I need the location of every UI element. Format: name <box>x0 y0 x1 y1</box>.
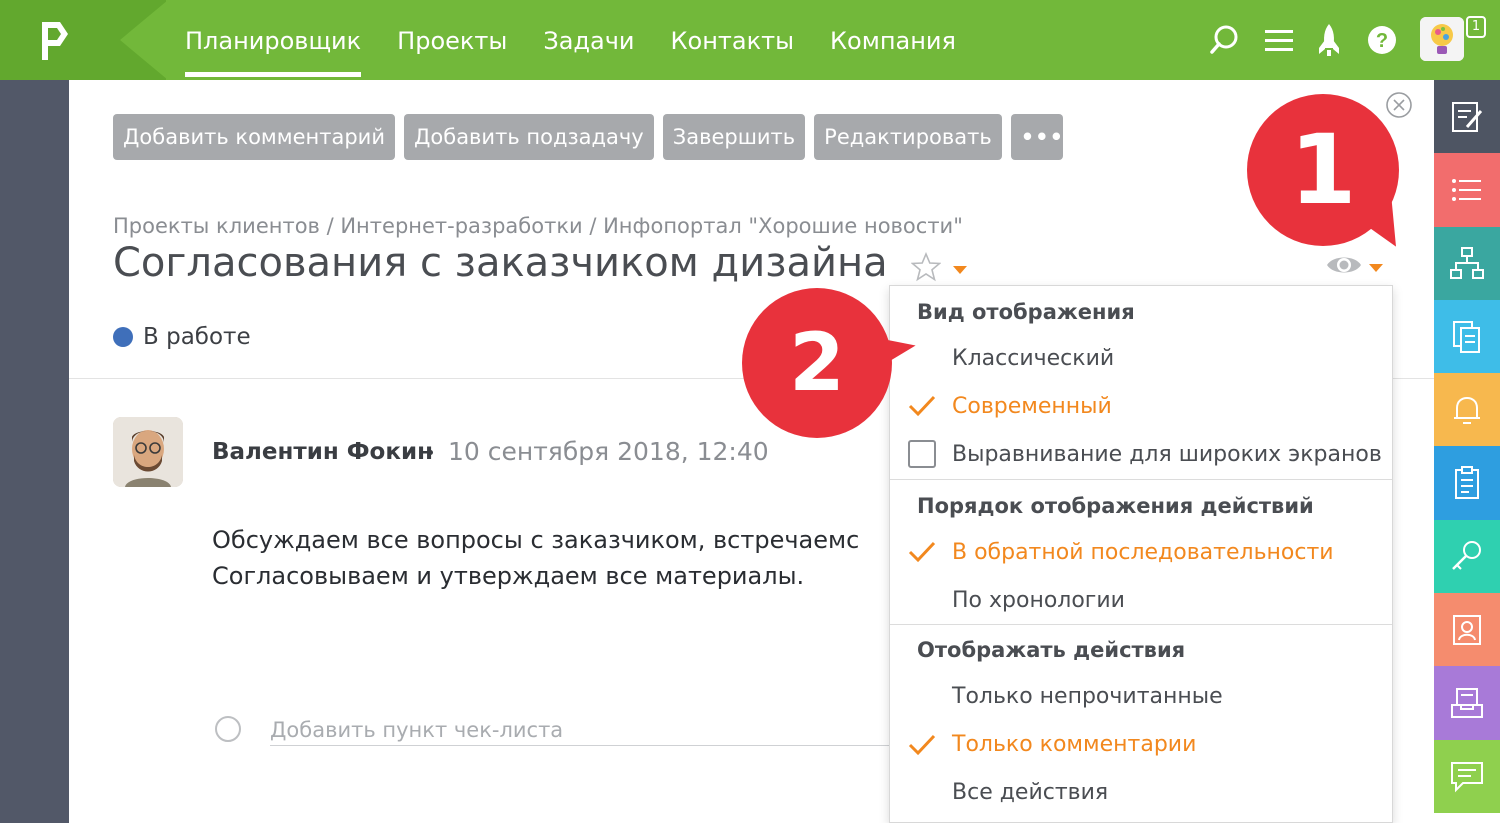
checklist-circle[interactable] <box>215 716 241 742</box>
comment-author[interactable]: Валентин Фокин <box>212 439 433 465</box>
clipboard-icon <box>1455 466 1479 500</box>
sidebar-hierarchy[interactable] <box>1434 226 1500 300</box>
status-dot-icon <box>113 327 133 347</box>
nav-tasks[interactable]: Задачи <box>543 0 634 80</box>
order-chrono-option[interactable]: По хронологии <box>952 588 1125 613</box>
nav-company[interactable]: Компания <box>830 0 956 80</box>
sidebar-documents[interactable] <box>1434 299 1500 374</box>
nav-planner[interactable]: Планировщик <box>185 0 362 80</box>
view-mode-heading: Вид отображения <box>917 300 1135 324</box>
flag-logo-icon[interactable] <box>38 20 78 62</box>
rocket-icon[interactable] <box>1313 22 1345 58</box>
show-comments-option[interactable]: Только комментарии <box>952 732 1196 757</box>
search-icon[interactable] <box>1208 22 1240 58</box>
add-subtask-button[interactable]: Добавить подзадачу <box>403 114 654 160</box>
main-nav: Планировщик Проекты Задачи Контакты Комп… <box>185 0 992 80</box>
task-title: Согласования с заказчиком дизайна <box>113 240 888 286</box>
menu-icon[interactable] <box>1263 22 1295 58</box>
star-icon[interactable] <box>911 252 941 282</box>
checklist-item-input[interactable] <box>270 714 910 746</box>
notification-badge[interactable]: 1 <box>1466 16 1486 38</box>
view-chevron-down-icon[interactable] <box>1369 264 1383 272</box>
wide-screen-checkbox[interactable] <box>908 440 936 468</box>
contact-card-icon <box>1453 614 1481 645</box>
person-avatar-icon <box>113 417 183 487</box>
nav-contacts[interactable]: Контакты <box>670 0 794 80</box>
top-navigation-bar: Планировщик Проекты Задачи Контакты Комп… <box>0 0 1500 80</box>
chat-icon <box>1451 762 1483 793</box>
bell-icon <box>1454 396 1480 424</box>
show-unread-option[interactable]: Только непрочитанные <box>952 684 1223 709</box>
left-sidebar-strip <box>0 80 69 823</box>
task-toolbar: Добавить комментарий Добавить подзадачу … <box>113 114 1063 160</box>
view-modern-option[interactable]: Современный <box>952 394 1112 419</box>
lightbulb-avatar-icon <box>1420 17 1464 61</box>
complete-button[interactable]: Завершить <box>662 114 806 160</box>
callout-1: 1 <box>1247 94 1399 246</box>
sidebar-key[interactable] <box>1434 519 1500 594</box>
status-indicator[interactable]: В работе <box>113 324 251 350</box>
inbox-icon <box>1451 688 1483 719</box>
view-options-dropdown: Вид отображения Классический Современный… <box>889 285 1393 823</box>
user-avatar[interactable] <box>1420 17 1464 61</box>
comment-date: 10 сентября 2018, 12:40 <box>448 437 769 466</box>
title-chevron-down-icon[interactable] <box>953 266 967 274</box>
right-sidebar <box>1434 80 1500 823</box>
callout-2: 2 <box>742 288 892 438</box>
sidebar-notifications[interactable] <box>1434 373 1500 447</box>
help-icon[interactable]: ? <box>1366 22 1398 58</box>
hierarchy-icon <box>1450 247 1484 280</box>
status-label: В работе <box>143 324 251 350</box>
svg-text:?: ? <box>1376 30 1388 52</box>
sidebar-list[interactable] <box>1434 153 1500 227</box>
order-heading: Порядок отображения действий <box>917 494 1314 518</box>
comment-author-avatar[interactable] <box>113 417 183 487</box>
sidebar-contacts[interactable] <box>1434 593 1500 667</box>
sidebar-edit-note[interactable] <box>1434 80 1500 154</box>
edit-note-icon <box>1452 101 1483 132</box>
order-reverse-option[interactable]: В обратной последовательности <box>952 540 1334 565</box>
nav-projects[interactable]: Проекты <box>397 0 507 80</box>
comment-body: Обсуждаем все вопросы с заказчиком, встр… <box>212 526 860 590</box>
checkmark-icon <box>908 395 936 417</box>
breadcrumb[interactable]: Проекты клиентов / Интернет-разработки /… <box>113 214 963 238</box>
sidebar-chat[interactable] <box>1434 739 1500 813</box>
checkmark-icon <box>908 734 936 756</box>
add-comment-button[interactable]: Добавить комментарий <box>113 114 395 160</box>
documents-icon <box>1453 320 1480 353</box>
close-icon[interactable] <box>1385 91 1413 119</box>
edit-button[interactable]: Редактировать <box>814 114 1002 160</box>
show-all-option[interactable]: Все действия <box>952 780 1108 805</box>
eye-icon[interactable] <box>1325 250 1363 280</box>
sidebar-clipboard[interactable] <box>1434 446 1500 520</box>
list-icon <box>1452 178 1481 201</box>
view-classic-option[interactable]: Классический <box>952 346 1114 371</box>
show-actions-heading: Отображать действия <box>917 638 1186 662</box>
sidebar-inbox[interactable] <box>1434 666 1500 740</box>
checkmark-icon <box>908 541 936 563</box>
key-icon <box>1452 541 1481 571</box>
view-wide-option[interactable]: Выравнивание для широких экранов <box>952 442 1382 467</box>
more-actions-button[interactable]: ••• <box>1010 114 1063 160</box>
